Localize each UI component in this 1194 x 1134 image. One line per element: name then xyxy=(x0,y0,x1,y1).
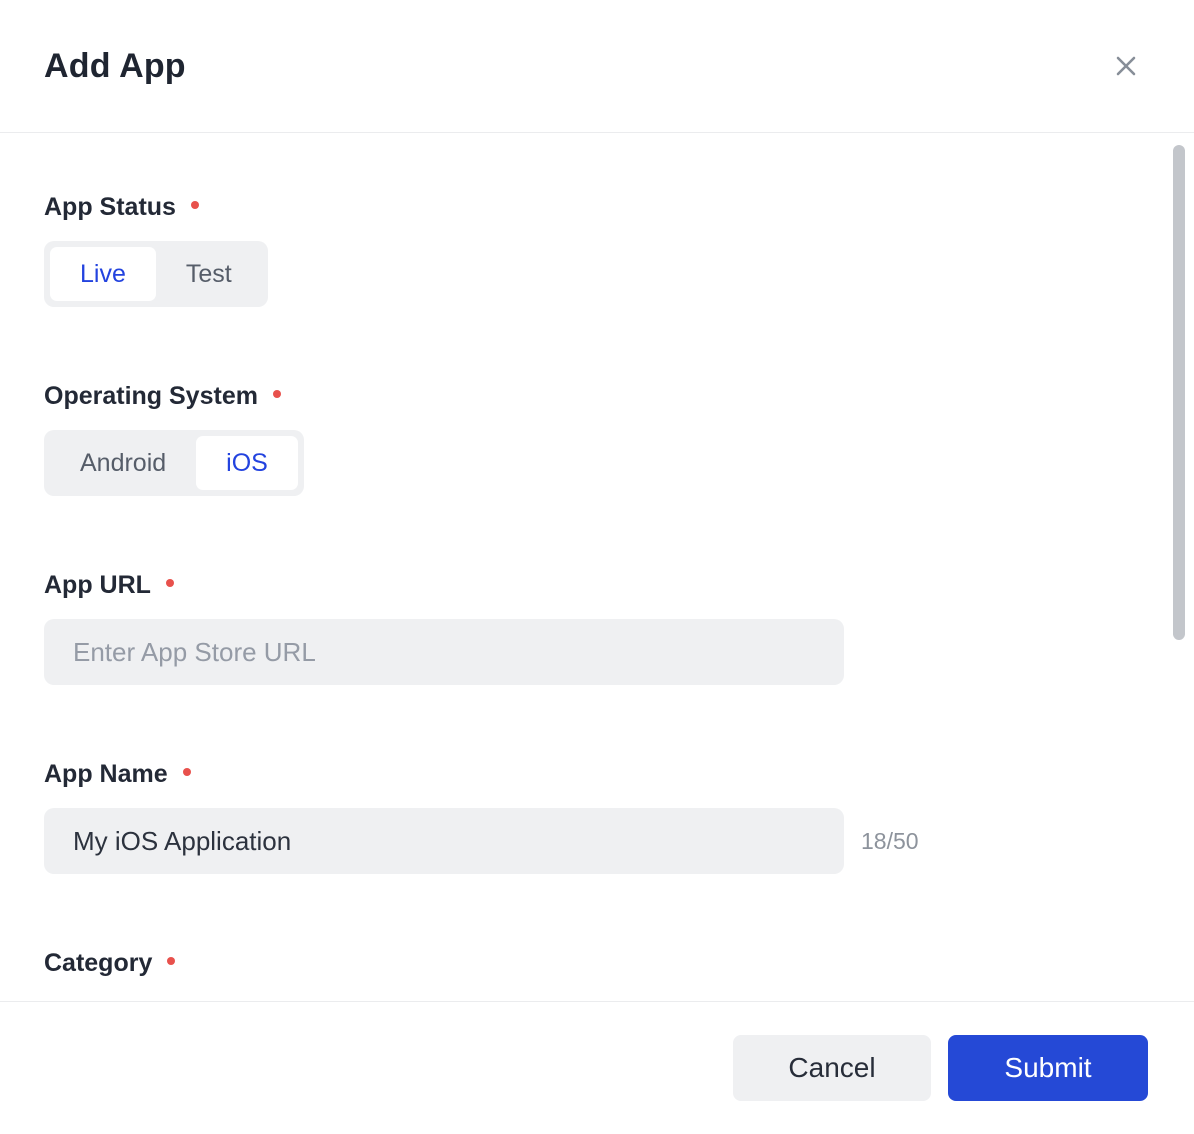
field-category: Category xyxy=(44,948,1150,999)
modal-body: App Status Live Test Operating System An… xyxy=(0,133,1194,999)
field-label-row: Operating System xyxy=(44,381,1150,411)
modal-footer: Cancel Submit xyxy=(0,1001,1194,1134)
app-status-toggle: Live Test xyxy=(44,241,268,307)
field-operating-system: Operating System Android iOS xyxy=(44,381,1150,496)
field-app-name: App Name 18/50 xyxy=(44,759,1150,874)
modal-title: Add App xyxy=(44,46,186,85)
field-label-row: App Name xyxy=(44,759,1150,789)
app-url-label: App URL xyxy=(44,571,151,599)
field-label-row: Category xyxy=(44,948,1150,978)
add-app-modal: Add App App Status Live Test Operating S… xyxy=(0,0,1194,1134)
close-button[interactable] xyxy=(1098,38,1154,94)
scrollbar[interactable] xyxy=(1173,145,1185,640)
modal-header: Add App xyxy=(0,0,1194,133)
field-label-row: App URL xyxy=(44,570,1150,600)
field-label-row: App Status xyxy=(44,192,1150,222)
os-option-ios[interactable]: iOS xyxy=(196,436,298,490)
app-status-label: App Status xyxy=(44,193,176,221)
operating-system-label: Operating System xyxy=(44,382,258,410)
required-indicator xyxy=(190,201,199,209)
required-indicator xyxy=(167,957,176,965)
required-indicator xyxy=(182,768,191,776)
close-icon xyxy=(1111,51,1141,81)
submit-button[interactable]: Submit xyxy=(948,1035,1148,1101)
field-app-status: App Status Live Test xyxy=(44,192,1150,307)
os-option-android[interactable]: Android xyxy=(50,436,196,490)
app-name-input[interactable] xyxy=(44,808,844,874)
required-indicator xyxy=(272,390,281,398)
input-row: 18/50 xyxy=(44,808,1150,874)
app-status-option-live[interactable]: Live xyxy=(50,247,156,301)
app-name-label: App Name xyxy=(44,760,168,788)
char-counter: 18/50 xyxy=(861,827,919,854)
field-app-url: App URL xyxy=(44,570,1150,685)
category-label: Category xyxy=(44,949,153,977)
operating-system-toggle: Android iOS xyxy=(44,430,304,496)
app-status-option-test[interactable]: Test xyxy=(156,247,262,301)
input-row xyxy=(44,619,1150,685)
app-url-input[interactable] xyxy=(44,619,844,685)
cancel-button[interactable]: Cancel xyxy=(733,1035,931,1101)
required-indicator xyxy=(165,579,174,587)
